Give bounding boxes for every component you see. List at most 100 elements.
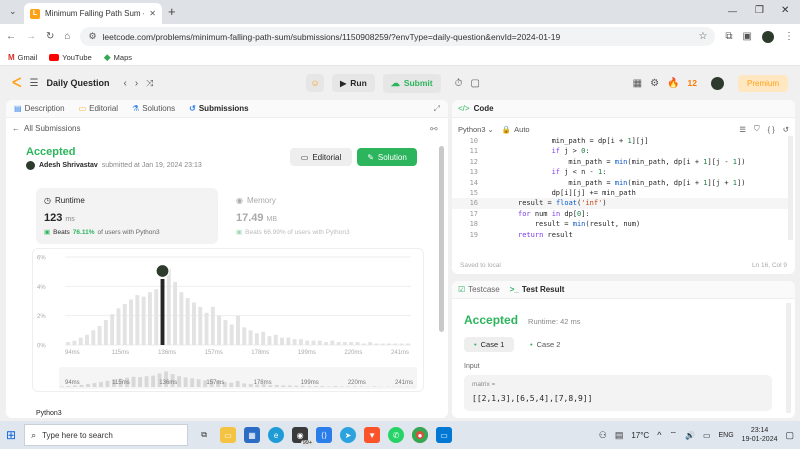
tab-editorial[interactable]: ▭ Editorial	[79, 104, 118, 113]
tab-submissions[interactable]: ↺ Submissions	[189, 104, 249, 113]
chrome-icon[interactable]: ●	[412, 427, 429, 443]
site-info-icon[interactable]: ⚙	[88, 31, 96, 42]
address-bar[interactable]: ⚙ leetcode.com/problems/minimum-falling-…	[80, 27, 716, 46]
notification-app-icon[interactable]: ◉ 99+	[292, 427, 315, 446]
prev-problem-icon[interactable]: ‹	[123, 78, 126, 89]
code-line[interactable]: 10 min_path = dp[i + 1][j]	[452, 136, 790, 146]
runtime-card[interactable]: ◷ Runtime 123 ms ▣ Beats 76.11% of users…	[36, 188, 218, 244]
code-line[interactable]: 19 return result	[452, 230, 790, 240]
code-line[interactable]: 14 min_path = min(min_path, dp[i + 1][j +…	[452, 178, 790, 188]
premium-button[interactable]: Premium	[738, 74, 789, 92]
all-submissions-link[interactable]: ← All Submissions	[12, 124, 80, 133]
code-tab-title[interactable]: Code	[474, 104, 494, 113]
braces-icon[interactable]: { }	[768, 125, 775, 134]
case-1-button[interactable]: • Case 1	[464, 337, 515, 352]
weather-temp[interactable]: 17°C	[631, 431, 649, 440]
clock[interactable]: 23:14 19-01-2024	[742, 426, 778, 444]
file-explorer-icon[interactable]: ▭	[220, 427, 237, 443]
people-icon[interactable]: ⚇	[599, 430, 607, 441]
code-line[interactable]: 18 result = min(result, num)	[452, 219, 790, 229]
telegram-icon[interactable]: ➤	[340, 427, 357, 443]
language-indicator[interactable]: ENG	[719, 432, 734, 439]
left-scrollbar[interactable]	[439, 146, 444, 332]
tab-solutions[interactable]: ⚗ Solutions	[132, 104, 175, 113]
streak-fire-icon[interactable]: 🔥	[667, 78, 679, 89]
code-line[interactable]: 11 if j > 0:	[452, 146, 790, 156]
notes-icon[interactable]: ▢	[470, 78, 479, 89]
bookmark-youtube[interactable]: YouTube	[49, 53, 92, 62]
battery-icon[interactable]: ▭	[703, 431, 711, 440]
bookmark-maps[interactable]: ◆ Maps	[104, 52, 132, 63]
notifications-icon[interactable]: ▢	[785, 430, 794, 441]
tab-description[interactable]: ▤ Description	[14, 104, 65, 113]
window-minimize-button[interactable]: —	[728, 6, 737, 16]
bookmark-star-icon[interactable]: ☆	[698, 31, 707, 42]
remote-desktop-icon[interactable]: ▭	[436, 427, 453, 443]
submitter-name[interactable]: Adesh Shrivastav	[39, 162, 98, 169]
auto-mode-toggle[interactable]: 🔒 Auto	[502, 125, 530, 134]
user-avatar[interactable]	[711, 76, 724, 90]
solution-button[interactable]: ✎ Solution	[357, 148, 417, 166]
network-icon[interactable]: ⌔	[669, 430, 677, 440]
language-select[interactable]: Python3 ⌄	[458, 125, 494, 134]
code-line[interactable]: 12 min_path = min(min_path, dp[i + 1][j -…	[452, 157, 790, 167]
code-line[interactable]: 16 result = float('inf')	[452, 198, 790, 209]
window-maximize-button[interactable]: ❐	[755, 5, 764, 16]
case-2-button[interactable]: • Case 2	[520, 337, 570, 352]
chrome-menu-icon[interactable]: ⋮	[784, 31, 794, 42]
share-link-icon[interactable]: ⚯	[430, 124, 438, 135]
daily-question-link[interactable]: Daily Question	[46, 78, 109, 88]
test-scrollbar[interactable]	[786, 303, 791, 413]
browser-tab[interactable]: L Minimum Falling Path Sum - L ✕	[24, 3, 162, 24]
taskbar-search[interactable]: ⌕ Type here to search	[24, 424, 189, 446]
brave-icon[interactable]: ▼	[364, 427, 381, 443]
back-arrow-icon[interactable]: ←	[6, 31, 16, 42]
debug-icon[interactable]: ☺	[306, 74, 325, 92]
distribution-bar	[229, 324, 234, 345]
task-view-icon[interactable]: ⧉	[196, 427, 212, 443]
panel-expand-icon[interactable]: ⤢	[434, 104, 440, 114]
editorial-button[interactable]: ▭ Editorial	[290, 148, 352, 166]
submit-button[interactable]: ☁ Submit	[382, 73, 441, 93]
memory-card[interactable]: ◉ Memory 17.49 MB ▣ Beats 66.99% of user…	[230, 188, 416, 244]
bookmark-icon[interactable]: ⛉	[754, 124, 760, 134]
problem-list-icon[interactable]: ☰	[29, 78, 38, 89]
store-icon[interactable]: ▦	[244, 427, 261, 443]
volume-icon[interactable]: 🔊	[685, 431, 695, 440]
weather-icon[interactable]: ▤	[615, 430, 624, 441]
format-lines-icon[interactable]: ☰	[739, 125, 746, 134]
code-line[interactable]: 13 if j < n - 1:	[452, 167, 790, 177]
next-problem-icon[interactable]: ›	[135, 78, 138, 89]
random-problem-icon[interactable]: ⤨	[146, 78, 153, 89]
settings-gear-icon[interactable]: ⚙	[650, 78, 659, 89]
tab-testcase[interactable]: ☑ Testcase	[458, 285, 500, 294]
home-icon[interactable]: ⌂	[64, 31, 70, 42]
tray-chevron-icon[interactable]: ^	[657, 430, 661, 440]
bookmark-gmail[interactable]: M Gmail	[8, 53, 37, 62]
reload-icon[interactable]: ↻	[46, 31, 54, 42]
leetcode-logo-icon[interactable]: ᐸ	[12, 75, 21, 91]
reset-code-icon[interactable]: ↺	[783, 125, 789, 134]
timer-icon[interactable]: ⏱	[455, 78, 463, 89]
code-line[interactable]: 15 dp[i][j] += min_path	[452, 188, 790, 198]
forward-arrow-icon[interactable]: →	[26, 31, 36, 42]
sidepanel-icon[interactable]: ▣	[743, 31, 752, 42]
window-close-button[interactable]: ✕	[781, 5, 789, 16]
layout-icon[interactable]: ▦	[633, 78, 642, 89]
edge-icon[interactable]: e	[268, 427, 285, 443]
whatsapp-icon[interactable]: ✆	[388, 427, 405, 443]
url-text[interactable]: leetcode.com/problems/minimum-falling-pa…	[103, 32, 693, 42]
profile-avatar[interactable]	[762, 30, 774, 43]
code-scrollbar[interactable]	[788, 136, 793, 240]
tab-search-icon[interactable]: ⌄	[9, 6, 17, 17]
input-value-box[interactable]: matrix = [[2,1,3],[6,5,4],[7,8,9]]	[464, 375, 772, 411]
code-lines[interactable]: 10 min_path = dp[i + 1][j] 11 if j > 0: 12 mi…	[452, 136, 790, 240]
vscode-icon[interactable]: ⟨⟩	[316, 427, 333, 443]
tab-test-result[interactable]: >_ Test Result	[510, 285, 565, 294]
windows-start-icon[interactable]: ⊞	[6, 428, 16, 442]
extensions-icon[interactable]: ⧉	[725, 31, 732, 42]
new-tab-button[interactable]: +	[168, 4, 176, 19]
code-line[interactable]: 17 for num in dp[0]:	[452, 209, 790, 219]
tab-close-icon[interactable]: ✕	[149, 9, 156, 18]
run-button[interactable]: ▶ Run	[332, 74, 375, 92]
